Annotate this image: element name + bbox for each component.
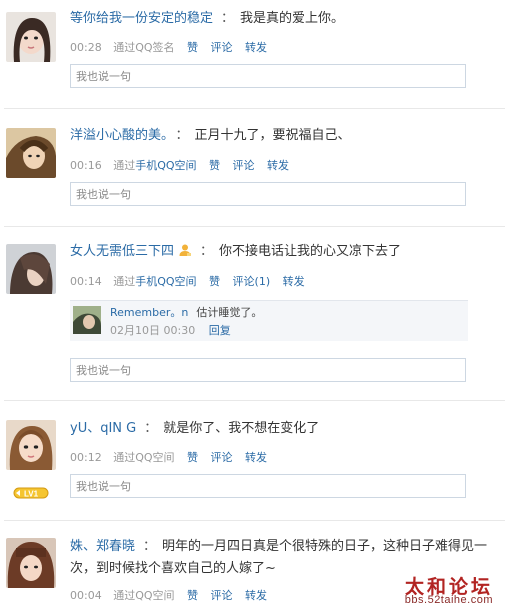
post-meta: 00:04 通过QQ空间 赞 评论 转发 <box>70 588 267 604</box>
like-button[interactable]: 赞 <box>187 589 198 602</box>
post-line: 洋溢小心酸的美。 ： 正月十九了，要祝福自己、 <box>70 125 497 147</box>
colon: ： <box>144 421 158 436</box>
comment-time: 02月10日 00:30 <box>110 324 196 337</box>
like-button[interactable]: 赞 <box>209 275 220 288</box>
source-link[interactable]: 手机QQ空间 <box>135 275 196 288</box>
comment-line: Remember。n 估计睡觉了。 <box>110 304 262 320</box>
post-meta: 00:28 通过QQ签名 赞 评论 转发 <box>70 40 267 56</box>
like-button[interactable]: 赞 <box>209 159 220 172</box>
reply-input[interactable]: 我也说一句 <box>70 182 466 206</box>
comment-avatar[interactable] <box>73 306 101 334</box>
comment-button[interactable]: 评论 <box>211 451 233 464</box>
feed-item: LV1 yU、qIN G ： 就是你了、我不想在变化了 00:12 通过QQ空间 赞… <box>0 408 505 514</box>
divider <box>4 108 505 109</box>
avatar[interactable] <box>6 12 56 62</box>
post-source: 通过QQ空间 <box>113 589 175 602</box>
avatar[interactable] <box>6 128 56 178</box>
post-content: 正月十九了，要祝福自己、 <box>194 128 351 143</box>
divider <box>4 226 505 227</box>
post-line: yU、qIN G ： 就是你了、我不想在变化了 <box>70 418 497 440</box>
avatar[interactable] <box>6 244 56 294</box>
reply-input[interactable]: 我也说一句 <box>70 474 466 498</box>
post-source: 通过手机QQ空间 <box>113 275 197 288</box>
share-button[interactable]: 转发 <box>245 589 267 602</box>
author-name[interactable]: 姝、郑春晓 <box>70 539 135 554</box>
post-source: 通过QQ签名 <box>113 41 175 54</box>
author-name[interactable]: 等你给我一份安定的稳定 <box>70 11 213 26</box>
level-badge[interactable]: LV1 <box>13 484 49 499</box>
comment-button[interactable]: 评论 <box>233 159 255 172</box>
colon: ： <box>221 11 235 26</box>
comment-meta: 02月10日 00:30 回复 <box>110 322 231 338</box>
comment-author[interactable]: Remember。n <box>110 306 188 319</box>
avatar[interactable] <box>6 420 56 470</box>
avatar[interactable] <box>6 538 56 588</box>
post-source: 通过手机QQ空间 <box>113 159 197 172</box>
like-button[interactable]: 赞 <box>187 41 198 54</box>
post-time: 00:12 <box>70 451 102 464</box>
comment-button[interactable]: 评论 <box>211 589 233 602</box>
post-source: 通过QQ空间 <box>113 451 175 464</box>
post-content: 就是你了、我不想在变化了 <box>163 421 320 436</box>
author-name[interactable]: yU、qIN G <box>70 421 136 436</box>
feed-item: 女人无需低三下四 ： 你不接电话让我的心又凉下去了 00:14 通过手机QQ空间 赞… <box>0 232 505 390</box>
post-time: 00:14 <box>70 275 102 288</box>
comment-button[interactable]: 评论(1) <box>233 275 271 288</box>
colon: ： <box>200 244 214 259</box>
share-button[interactable]: 转发 <box>283 275 305 288</box>
divider <box>4 400 505 401</box>
svg-text:LV1: LV1 <box>24 490 39 499</box>
share-button[interactable]: 转发 <box>245 41 267 54</box>
author-name[interactable]: 洋溢小心酸的美。 <box>70 128 168 143</box>
post-content: 我是真的爱上你。 <box>240 11 345 26</box>
feed-item: 等你给我一份安定的稳定 ： 我是真的爱上你。 00:28 通过QQ签名 赞 评论 转… <box>0 0 505 108</box>
post-time: 00:04 <box>70 589 102 602</box>
colon: ： <box>175 128 189 143</box>
share-button[interactable]: 转发 <box>267 159 289 172</box>
post-line: 等你给我一份安定的稳定 ： 我是真的爱上你。 <box>70 8 497 30</box>
reply-button[interactable]: 回复 <box>209 324 231 337</box>
post-time: 00:16 <box>70 159 102 172</box>
post-meta: 00:16 通过手机QQ空间 赞 评论 转发 <box>70 158 289 174</box>
colon: ： <box>143 539 157 554</box>
feed-list: 等你给我一份安定的稳定 ： 我是真的爱上你。 00:28 通过QQ签名 赞 评论 转… <box>0 0 505 613</box>
watermark-url: bbs.52taihe.com <box>404 594 493 606</box>
post-line: 女人无需低三下四 ： 你不接电话让我的心又凉下去了 <box>70 241 497 263</box>
share-button[interactable]: 转发 <box>245 451 267 464</box>
like-button[interactable]: 赞 <box>187 451 198 464</box>
source-link[interactable]: 手机QQ空间 <box>135 159 196 172</box>
post-time: 00:28 <box>70 41 102 54</box>
comment-button[interactable]: 评论 <box>211 41 233 54</box>
post-meta: 00:14 通过手机QQ空间 赞 评论(1) 转发 <box>70 274 305 290</box>
feed-item: 洋溢小心酸的美。 ： 正月十九了，要祝福自己、 00:16 通过手机QQ空间 赞 评… <box>0 116 505 222</box>
vip-user-icon[interactable] <box>178 243 192 257</box>
reply-input[interactable]: 我也说一句 <box>70 64 466 88</box>
post-meta: 00:12 通过QQ空间 赞 评论 转发 <box>70 450 267 466</box>
reply-input[interactable]: 我也说一句 <box>70 358 466 382</box>
comment-text: 估计睡觉了。 <box>196 306 263 319</box>
forum-watermark: 太和论坛 bbs.52taihe.com <box>368 572 503 612</box>
post-content: 你不接电话让我的心又凉下去了 <box>219 244 402 259</box>
author-name[interactable]: 女人无需低三下四 <box>70 244 174 259</box>
divider <box>4 520 505 521</box>
comment-item: Remember。n 估计睡觉了。 02月10日 00:30 回复 <box>70 300 468 341</box>
